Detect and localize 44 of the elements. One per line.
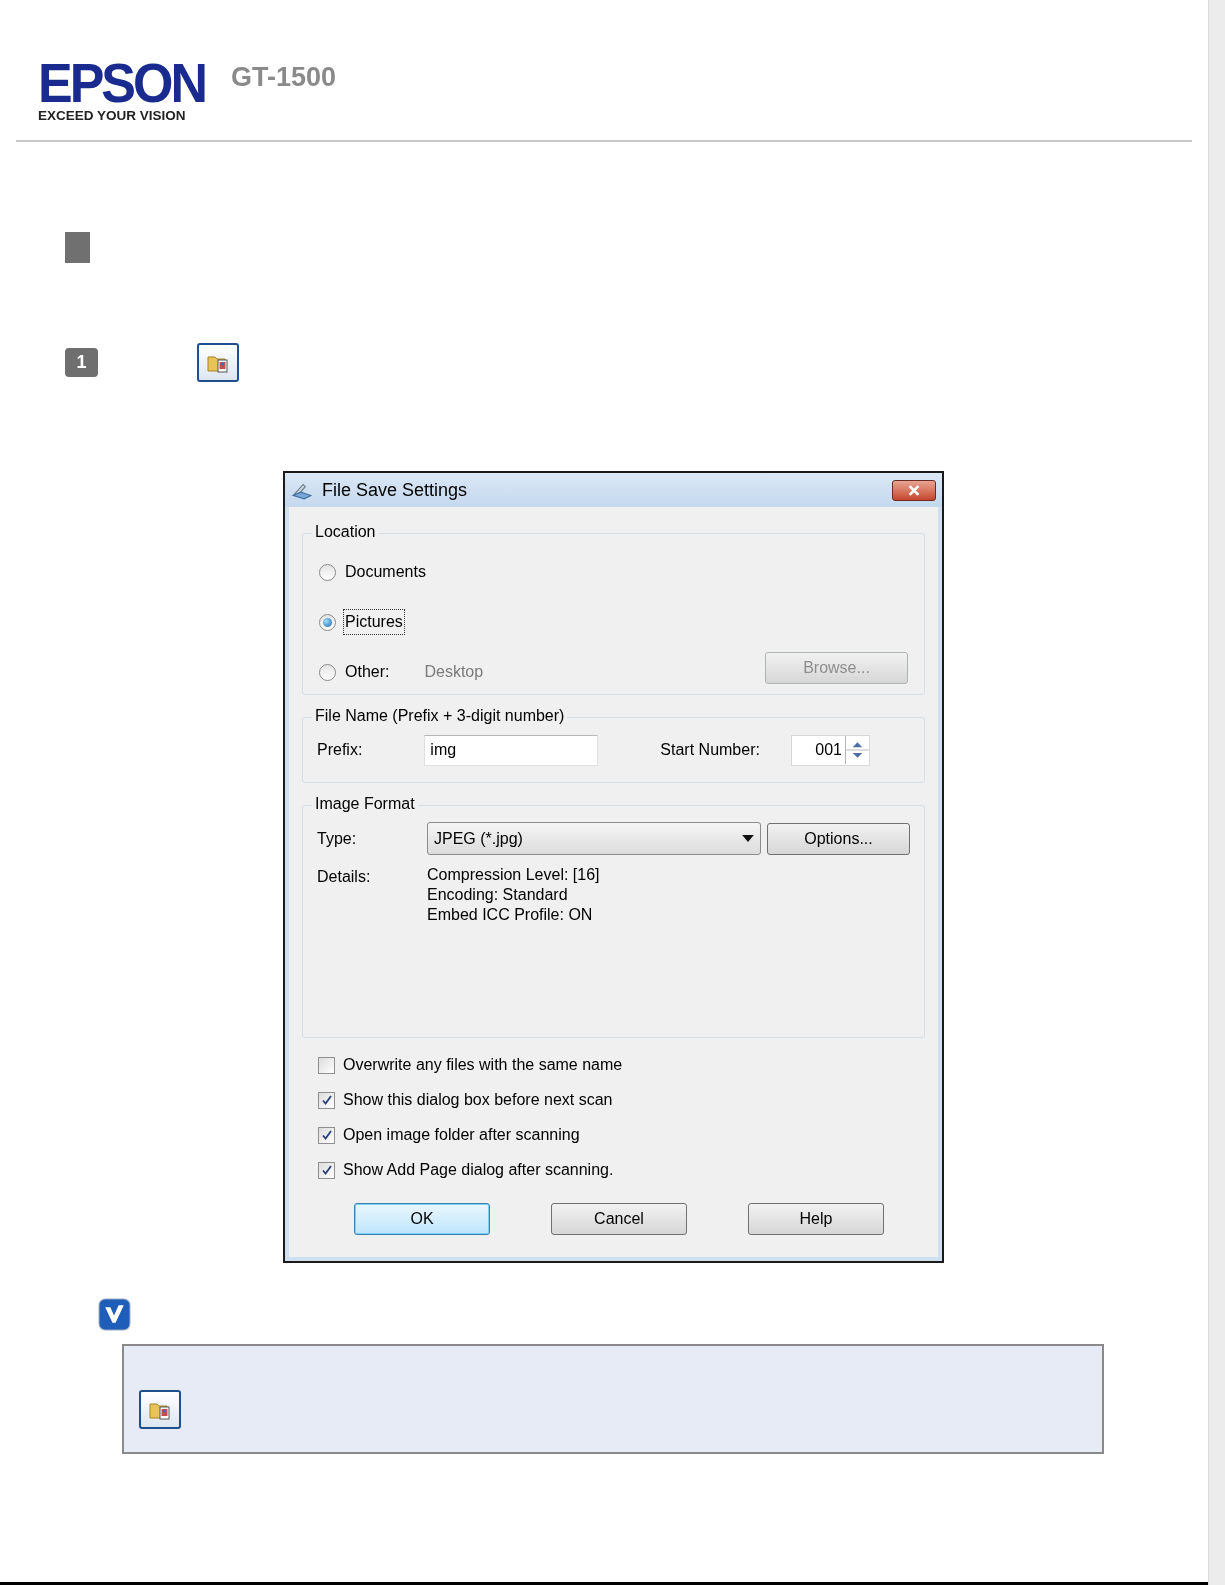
brand-logo: EPSON <box>38 58 206 108</box>
scrollbar[interactable] <box>1208 0 1225 1585</box>
field-label: Start Number: <box>660 740 760 760</box>
location-value: Desktop <box>424 662 484 682</box>
caret-icon <box>742 835 754 842</box>
detail-text: Embed ICC Profile: ON <box>427 905 594 925</box>
dialog-button[interactable]: Cancel <box>551 1203 687 1235</box>
radio-button[interactable] <box>319 613 336 631</box>
radio-button[interactable] <box>319 563 336 581</box>
field-label: Details: <box>317 867 372 887</box>
group-label: Image Format <box>312 794 418 814</box>
close-button[interactable] <box>892 479 936 501</box>
checkbox-label[interactable]: Open image folder after scanning <box>343 1123 580 1147</box>
field-label: Type: <box>317 828 358 849</box>
radio-label[interactable]: Documents <box>344 560 427 584</box>
checkbox[interactable] <box>318 1056 335 1074</box>
window-title: File Save Settings <box>322 478 468 502</box>
section-marker <box>65 232 90 263</box>
close-icon <box>907 484 921 496</box>
folder-picture-icon[interactable] <box>139 1390 181 1429</box>
model-name: GT-1500 <box>231 62 337 92</box>
checkbox[interactable] <box>318 1161 335 1179</box>
radio-label[interactable]: Other: <box>344 660 391 684</box>
group-label: File Name (Prefix + 3-digit number) <box>312 706 568 726</box>
detail-text: Compression Level: [16] <box>427 865 600 885</box>
dialog-button[interactable]: Help <box>748 1203 884 1235</box>
radio-label[interactable]: Pictures <box>344 610 404 634</box>
dialog-button[interactable]: Options... <box>767 822 910 855</box>
folder-picture-icon[interactable] <box>197 343 239 382</box>
checkbox[interactable] <box>318 1091 335 1109</box>
check-mark-icon <box>98 1298 131 1331</box>
field-label: Prefix: <box>317 740 363 760</box>
start-number-spinner[interactable]: 001 <box>791 734 870 766</box>
prefix-field[interactable]: img <box>424 734 599 766</box>
detail-text: Encoding: Standard <box>427 885 569 905</box>
checkbox-label[interactable]: Overwrite any files with the same name <box>343 1053 623 1077</box>
brand-tagline: EXCEED YOUR VISION <box>38 108 187 124</box>
type-dropdown[interactable]: JPEG (*.jpg) <box>427 822 761 855</box>
step-number: 1 <box>65 348 98 377</box>
radio-button[interactable] <box>319 663 336 681</box>
dialog-button[interactable]: OK <box>354 1203 490 1235</box>
checkbox-label[interactable]: Show this dialog box before next scan <box>343 1088 613 1112</box>
checkbox[interactable] <box>318 1126 335 1144</box>
checkbox-label[interactable]: Show Add Page dialog after scanning. <box>343 1158 614 1182</box>
